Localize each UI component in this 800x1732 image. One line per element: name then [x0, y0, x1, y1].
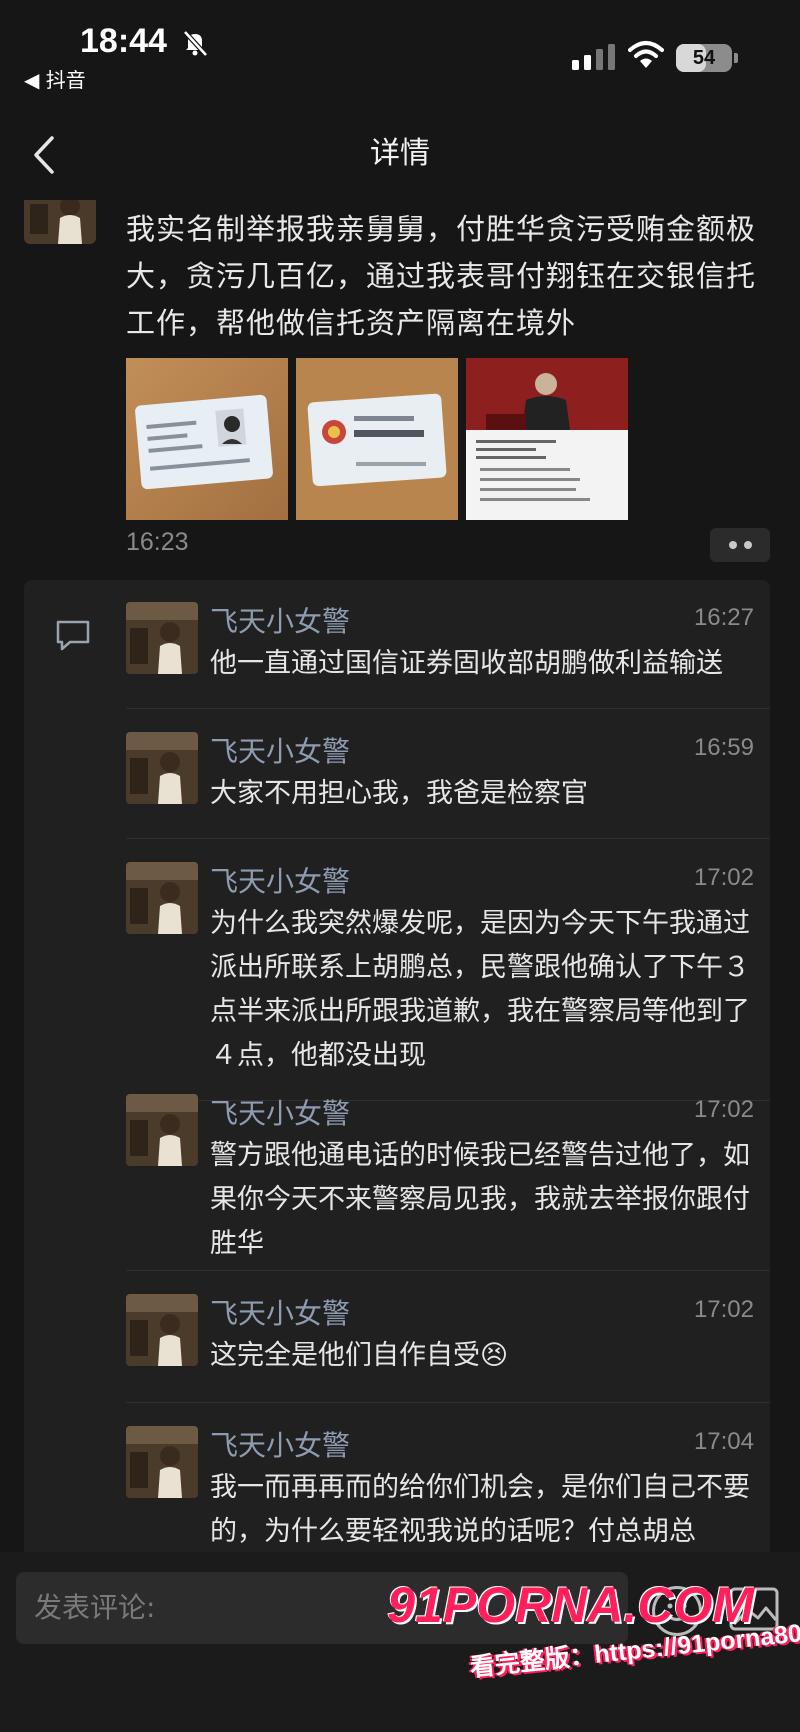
comment-time: 16:27 — [693, 604, 754, 631]
comment-time: 17:04 — [693, 1428, 754, 1455]
more-dots-icon[interactable] — [710, 528, 770, 562]
comment-avatar[interactable] — [126, 1094, 198, 1166]
bell-muted-icon — [183, 30, 208, 57]
post-author-avatar[interactable] — [24, 200, 96, 244]
comment-avatar[interactable] — [126, 862, 198, 934]
comment-author[interactable]: 飞天小女警 — [210, 730, 350, 770]
comments-panel: 飞天小女警 16:27 他一直通过国信证券固收部胡鹏做利益输送 飞天小女警 16… — [24, 580, 770, 1552]
more-dot — [728, 541, 737, 549]
comment-time: 16:59 — [693, 734, 754, 761]
signal-icon — [572, 44, 615, 70]
watermark: 91PORNA.COM 看完整版：https://91porna80.com — [387, 1576, 800, 1732]
post-time: 16:23 — [126, 528, 189, 556]
comment-avatar[interactable] — [126, 602, 198, 674]
comment-divider — [126, 1402, 770, 1403]
comment-avatar[interactable] — [126, 1426, 198, 1498]
comment-time: 17:02 — [693, 864, 754, 891]
comment-author[interactable]: 飞天小女警 — [210, 1092, 350, 1132]
comment-text: 警方跟他通电话的时候我已经警告过他了，如果你今天不来警察局见我，我就去举报你跟付… — [210, 1140, 750, 1259]
comment-text: 我一而再再而的给你们机会，是你们自己不要的，为什么要轻视我说的话呢？付总胡总 — [210, 1472, 750, 1547]
comment-divider — [126, 708, 770, 709]
battery-tip — [734, 53, 738, 63]
comment-author[interactable]: 飞天小女警 — [210, 1424, 350, 1464]
comment-author[interactable]: 飞天小女警 — [210, 600, 350, 640]
comment-author[interactable]: 飞天小女警 — [210, 860, 350, 900]
battery-icon: 54 — [676, 44, 732, 72]
comment-divider — [126, 1270, 770, 1271]
nav-bar: 详情 — [0, 110, 800, 200]
comment-time: 17:02 — [693, 1096, 754, 1123]
status-time: 18:44 — [80, 22, 167, 60]
comment-time: 17:02 — [693, 1296, 754, 1323]
status-bar: 18:44 ◀ 抖音 54 — [0, 0, 800, 110]
comment-text: 为什么我突然爆发呢，是因为今天下午我通过派出所联系上胡鹏总，民警跟他确认了下午３… — [210, 908, 750, 1071]
post-photo-profile-card[interactable] — [466, 358, 628, 520]
comment-avatar[interactable] — [126, 1294, 198, 1366]
comment-text: 大家不用担心我，我爸是检察官 — [210, 778, 588, 809]
more-dot — [743, 541, 752, 549]
post-photo-id-card-front[interactable] — [126, 358, 288, 520]
post-detail: 我实名制举报我亲舅舅，付胜华贪污受贿金额极大，贪污几百亿，通过我表哥付翔钰在交银… — [0, 200, 800, 1552]
wifi-icon — [628, 41, 664, 68]
comment-text: 他一直通过国信证券固收部胡鹏做利益输送 — [210, 648, 723, 679]
back-to-app-link[interactable]: ◀ 抖音 — [24, 64, 86, 93]
comment-divider — [126, 838, 770, 839]
post-photo-id-card-back[interactable] — [296, 358, 458, 520]
comment-icon — [56, 620, 90, 651]
comment-author[interactable]: 飞天小女警 — [210, 1292, 350, 1332]
comment-text: 这完全是他们自作自受😣 — [210, 1340, 509, 1371]
page-title: 详情 — [370, 136, 430, 171]
comment-avatar[interactable] — [126, 732, 198, 804]
battery-percent: 54 — [692, 47, 716, 69]
post-text: 我实名制举报我亲舅舅，付胜华贪污受贿金额极大，贪污几百亿，通过我表哥付翔钰在交银… — [126, 212, 757, 340]
